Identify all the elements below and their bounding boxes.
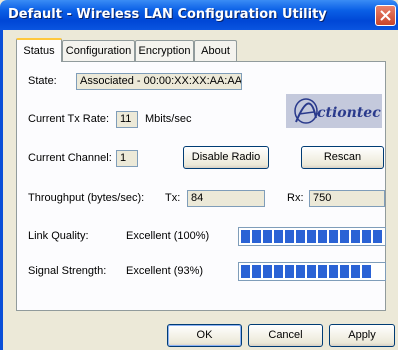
state-label: State: [28,75,57,87]
title-bar[interactable]: Default - Wireless LAN Configuration Uti… [0,0,398,30]
signal-strength-segment [285,265,294,278]
tx-field: 84 [187,190,265,207]
tx-label: Tx: [165,192,181,204]
link-quality-segment [340,230,349,243]
tab-encryption[interactable]: Encryption [135,40,194,61]
link-quality-segment [307,230,316,243]
tab-status[interactable]: Status [16,38,62,62]
close-icon [380,10,391,21]
link-quality-segment [263,230,272,243]
link-quality-segment [296,230,305,243]
link-quality-segment [318,230,327,243]
rescan-button[interactable]: Rescan [301,146,384,169]
link-quality-value: Excellent (100%) [126,230,210,242]
svg-text:ctiontec: ctiontec [317,105,381,121]
window-frame [0,30,3,350]
signal-strength-value: Excellent (93%) [126,265,204,277]
link-quality-segment [373,230,382,243]
signal-strength-segment [241,265,250,278]
signal-strength-segment [252,265,261,278]
throughput-label: Throughput (bytes/sec): [28,192,145,204]
channel-label: Current Channel: [28,152,112,164]
dialog-window: Default - Wireless LAN Configuration Uti… [0,0,398,350]
tab-about[interactable]: About [194,40,237,61]
signal-strength-meter [238,262,386,281]
signal-strength-segment [329,265,338,278]
rx-label: Rx: [287,192,304,204]
rx-field: 750 [309,190,385,207]
apply-button[interactable]: Apply [329,324,395,347]
state-field: Associated - 00:00:XX:XX:AA:AA [76,73,242,90]
disable-radio-button[interactable]: Disable Radio [183,146,269,169]
link-quality-segment [351,230,360,243]
signal-strength-segment [263,265,272,278]
signal-strength-label: Signal Strength: [28,265,107,277]
close-button[interactable] [375,5,396,26]
link-quality-segment [329,230,338,243]
tx-rate-unit: Mbits/sec [145,113,192,125]
window-title: Default - Wireless LAN Configuration Uti… [8,7,327,22]
link-quality-segment [274,230,283,243]
link-quality-meter [238,227,386,246]
link-quality-segment [241,230,250,243]
link-quality-segment [362,230,371,243]
tx-rate-label: Current Tx Rate: [28,113,110,125]
actiontec-logo: ctiontec [286,94,382,128]
actiontec-logo-icon: ctiontec [294,98,381,124]
tx-rate-field: 11 [116,111,138,128]
tab-configuration[interactable]: Configuration [62,40,135,61]
channel-field: 1 [116,150,138,167]
signal-strength-segment [340,265,349,278]
signal-strength-segment [351,265,360,278]
link-quality-label: Link Quality: [28,230,89,242]
ok-button[interactable]: OK [167,324,242,347]
signal-strength-segment [362,265,371,278]
signal-strength-segment [274,265,283,278]
link-quality-segment [285,230,294,243]
signal-strength-segment [296,265,305,278]
signal-strength-segment [318,265,327,278]
cancel-button[interactable]: Cancel [248,324,323,347]
link-quality-segment [252,230,261,243]
signal-strength-segment [307,265,316,278]
